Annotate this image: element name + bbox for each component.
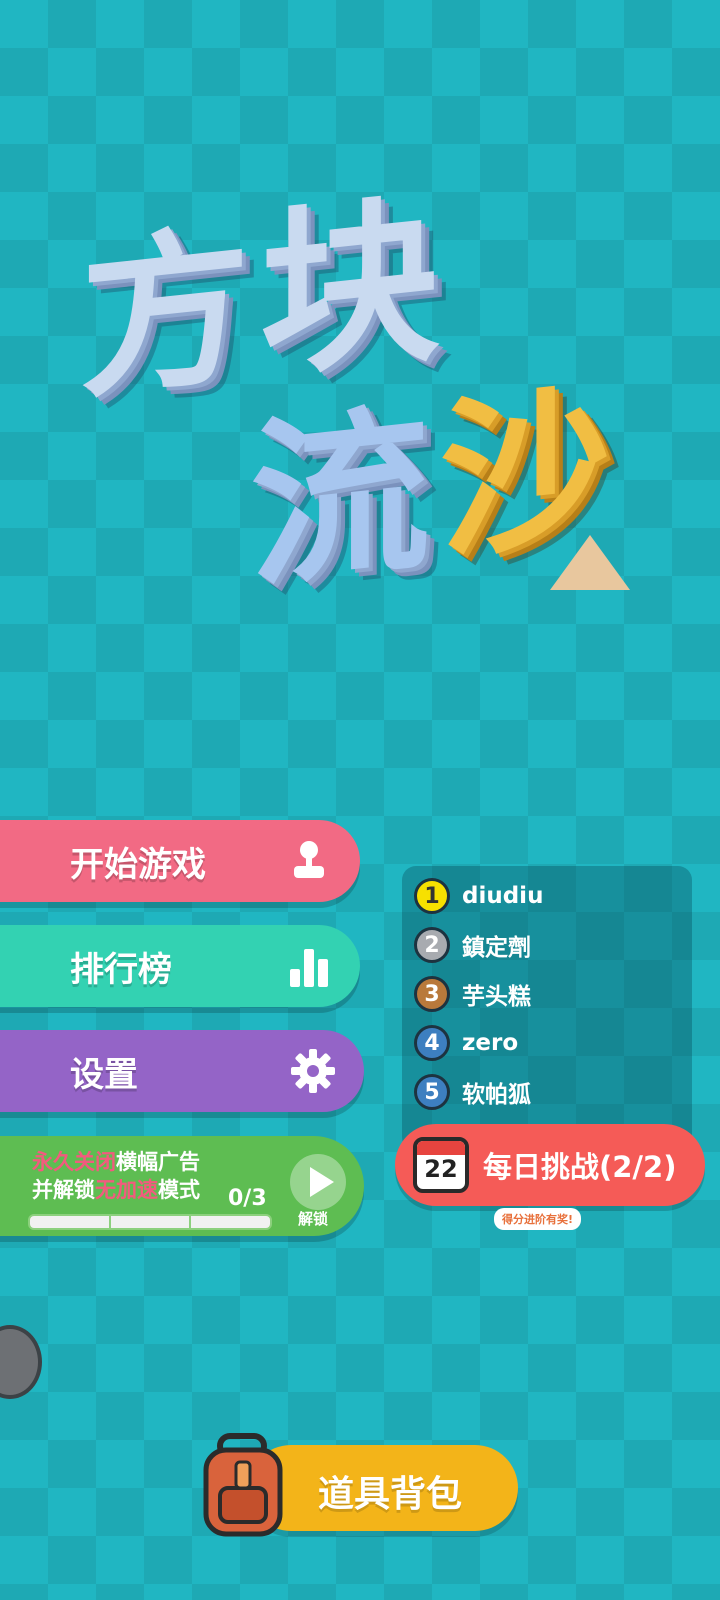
calendar-header bbox=[417, 1141, 465, 1155]
remove-ads-text: 永久关闭横幅广告 并解锁无加速模式 bbox=[32, 1148, 200, 1204]
leaderboard-button[interactable]: 排行榜 bbox=[0, 925, 360, 1007]
ad-text-1: 横幅广告 bbox=[116, 1150, 200, 1174]
calendar-day: 22 bbox=[424, 1155, 458, 1183]
daily-challenge-label: 每日挑战(2/2) bbox=[483, 1150, 677, 1184]
remove-ads-card[interactable]: 永久关闭横幅广告 并解锁无加速模式 0/3 解锁 bbox=[0, 1136, 364, 1236]
player-name: diudiu bbox=[462, 883, 544, 909]
player-name: 鎮定劑 bbox=[462, 935, 531, 961]
item-bag-label: 道具背包 bbox=[318, 1474, 463, 1515]
leaderboard-row: 4 zero bbox=[414, 1021, 518, 1065]
player-name: 芋头糕 bbox=[462, 984, 531, 1010]
leaderboard-row: 2 鎮定劑 bbox=[414, 923, 531, 967]
ad-text-highlight-1: 永久关闭 bbox=[32, 1150, 116, 1174]
sand-pile-icon bbox=[550, 535, 630, 590]
rank-badge: 1 bbox=[414, 878, 450, 914]
player-name: 软帕狐 bbox=[462, 1082, 531, 1108]
gear-icon bbox=[291, 1049, 335, 1093]
progress-divider bbox=[189, 1216, 191, 1228]
logo-char-3: 流 bbox=[250, 385, 431, 614]
leaderboard-label: 排行榜 bbox=[70, 949, 172, 990]
daily-tip-bubble: 得分进阶有奖! bbox=[494, 1208, 582, 1230]
ad-progress-bar bbox=[28, 1214, 272, 1230]
progress-divider bbox=[109, 1216, 111, 1228]
side-stone-button[interactable] bbox=[0, 1325, 42, 1399]
ad-text-2: 并解锁 bbox=[32, 1178, 95, 1202]
player-name: zero bbox=[462, 1030, 519, 1056]
daily-challenge-button[interactable]: 22 每日挑战(2/2) bbox=[395, 1124, 705, 1206]
backpack-icon bbox=[203, 1433, 283, 1537]
game-logo: 方 块 流 沙 bbox=[60, 175, 660, 650]
ad-text-highlight-2: 无加速 bbox=[95, 1178, 158, 1202]
logo-char-2: 块 bbox=[260, 175, 441, 404]
play-icon bbox=[310, 1167, 334, 1197]
calendar-icon: 22 bbox=[413, 1137, 469, 1193]
leaderboard-row: 3 芋头糕 bbox=[414, 972, 531, 1016]
leaderboard-row: 5 软帕狐 bbox=[414, 1070, 531, 1114]
unlock-label: 解锁 bbox=[298, 1210, 329, 1228]
leaderboard-row: 1 diudiu bbox=[414, 874, 543, 918]
rank-badge: 3 bbox=[414, 976, 450, 1012]
settings-button[interactable]: 设置 bbox=[0, 1030, 364, 1112]
rank-badge: 2 bbox=[414, 927, 450, 963]
logo-char-1: 方 bbox=[80, 207, 251, 423]
rank-badge: 4 bbox=[414, 1025, 450, 1061]
ad-progress-count: 0/3 bbox=[228, 1186, 267, 1211]
ad-text-3: 模式 bbox=[158, 1178, 200, 1202]
settings-label: 设置 bbox=[70, 1054, 138, 1095]
bar-chart-icon bbox=[290, 949, 328, 987]
start-game-label: 开始游戏 bbox=[70, 844, 206, 885]
rank-badge: 5 bbox=[414, 1074, 450, 1110]
play-video-button[interactable] bbox=[290, 1154, 346, 1210]
leaderboard-panel: 1 diudiu 2 鎮定劑 3 芋头糕 4 zero 5 软帕狐 bbox=[402, 866, 692, 1151]
item-bag-button[interactable]: 道具背包 bbox=[248, 1445, 518, 1531]
joystick-icon bbox=[294, 841, 324, 878]
start-game-button[interactable]: 开始游戏 bbox=[0, 820, 360, 902]
